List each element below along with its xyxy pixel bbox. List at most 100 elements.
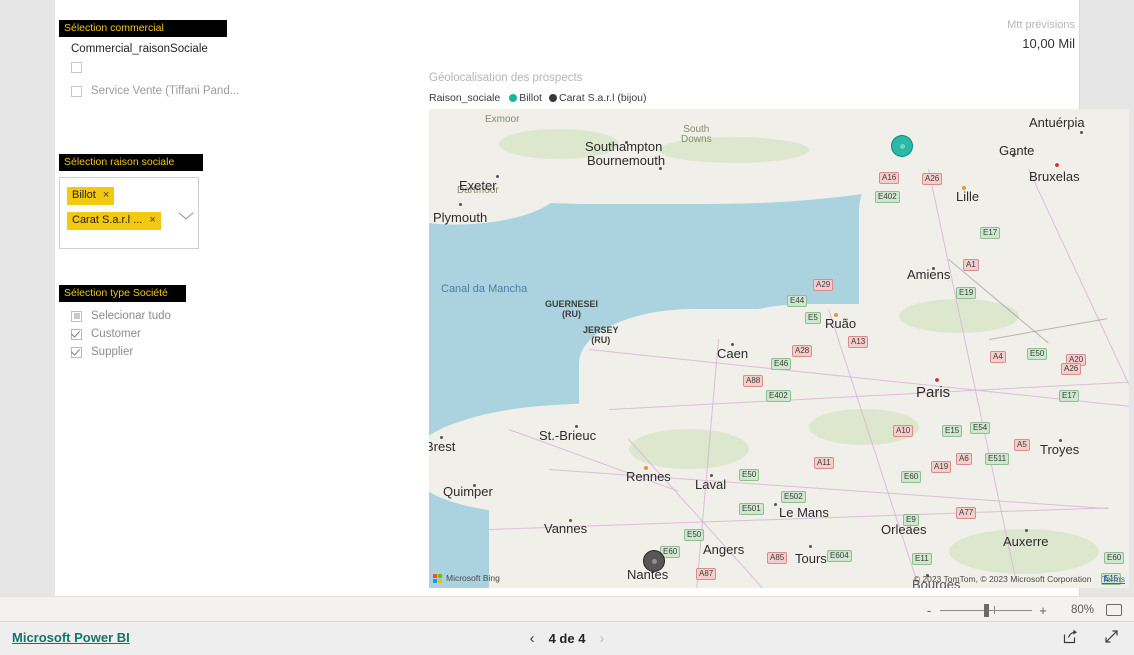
slicer-raison-sociale-title: Sélection raison sociale [59,154,203,171]
road-shield: A26 [1061,363,1082,375]
map-data-point-center [651,558,657,564]
close-icon[interactable]: × [103,189,109,202]
kpi-card-mtt-previsions[interactable]: Mtt prévisions 10,00 Mil [929,18,1079,55]
road-shield: E17 [980,227,1001,239]
map-label-rennes: Rennes [626,469,671,484]
map-label-lille: Lille [956,189,980,204]
zoom-control[interactable]: - + 80% [922,597,1122,623]
checkbox-checked-icon[interactable] [71,328,82,340]
road-shield: E46 [771,358,792,370]
checkbox-icon[interactable] [71,61,82,73]
slicer-commercial-title: Sélection commercial [59,20,227,37]
road-shield: E60 [1104,552,1125,564]
map-label-antuerpia: Antuérpia [1029,115,1085,130]
city-dot [459,203,462,206]
fullscreen-icon[interactable] [1103,628,1120,650]
map-label-ruao: Ruão [825,316,857,331]
slicer-commercial-item-service-vente-label: Service Vente (Tiffani Pand... [91,85,240,97]
chevron-down-icon[interactable] [178,206,194,220]
map-label-caen: Caen [717,346,749,361]
close-icon[interactable]: × [149,214,155,227]
city-dot [1080,131,1083,134]
share-icon[interactable] [1062,628,1079,650]
slicer-commercial-item-blank[interactable] [59,58,299,76]
map-label-tours: Tours [795,551,827,566]
map-data-point-billot[interactable] [891,135,913,157]
chevron-left-icon[interactable]: ‹ [516,630,549,647]
fit-to-page-icon[interactable] [1106,604,1122,616]
slicer-type-societe-title: Sélection type Société [59,285,186,302]
map-label-south-downs: South Downs [681,124,712,145]
road-shield: E5 [805,312,821,324]
map-label-bruxelas: Bruxelas [1029,169,1080,184]
legend-item-billot[interactable]: Billot [509,92,542,104]
map-label-southampton: Southampton [585,139,663,154]
map-label-exeter: Exeter [459,178,497,193]
slicer-type-societe-item-customer[interactable]: Customer [59,325,259,343]
road-shield: E50 [739,469,760,481]
slicer-commercial-subtitle: Commercial_raisonSociale [71,43,208,55]
powerbi-brand-link[interactable]: Microsoft Power BI [12,630,130,645]
legend-item-carat[interactable]: Carat S.a.r.l (bijou) [548,92,647,104]
chip-billot[interactable]: Billot × [67,187,115,205]
road-shield: E50 [1027,348,1048,360]
map-label-vannes: Vannes [544,521,588,536]
slicer-commercial-item-service-vente[interactable]: Service Vente (Tiffani Pand... [59,82,299,100]
map-label-auxerre: Auxerre [1003,534,1049,549]
map-label-angers: Angers [703,542,745,557]
map-terms-link[interactable]: Terms [1102,574,1125,584]
road-shield: A1 [963,259,979,271]
bing-logo: Microsoft Bing [433,573,500,583]
microsoft-logo-icon [433,573,442,583]
road-shield: E19 [956,287,977,299]
slicer-raison-sociale-dropdown[interactable]: Billot × Carat S.a.r.l ... × [59,177,199,249]
road-shield: E501 [739,503,764,515]
map-attribution: © 2023 TomTom, © 2023 Microsoft Corporat… [914,574,1125,584]
map-label-gante: Gante [999,143,1035,158]
map-canvas[interactable]: Canal da Mancha GUERNESEI (RU) JERSEY (R… [429,109,1129,588]
zoom-slider-handle[interactable] [984,604,989,617]
road-shield: A11 [814,457,834,469]
road-shield: E402 [766,390,791,402]
slicer-type-societe-item-supplier[interactable]: Supplier [59,343,259,361]
road-shield: E402 [875,191,900,203]
map-label-laval: Laval [695,477,727,492]
legend-color-swatch [509,94,518,102]
city-dot [774,503,777,506]
page-navigation: ‹ 4 de 4 › [516,622,619,655]
map-label-jersey-name: JERSEY [583,325,619,335]
road-shield: E11 [912,553,932,565]
map-label-bournemouth: Bournemouth [587,153,666,168]
footer-bar: Microsoft Power BI ‹ 4 de 4 › [0,622,1134,655]
map-label-jersey-sub: (RU) [591,335,611,345]
map-label-st-brieuc: St.-Brieuc [539,428,597,443]
chip-carat[interactable]: Carat S.a.r.l ... × [67,212,161,230]
map-visual[interactable]: Géolocalisation des prospects Raison_soc… [373,70,1129,592]
zoom-in-button[interactable]: + [1036,603,1050,618]
report-canvas: Sélection commercial Commercial_raisonSo… [55,0,1129,596]
chevron-right-icon[interactable]: › [585,630,618,647]
page-indicator: 4 de 4 [548,631,586,646]
map-label-guernesei-sub: (RU) [562,309,581,319]
road-shield: A13 [848,336,869,348]
slicer-type-societe-select-all[interactable]: Selecionar tudo [59,307,259,325]
road-shield: E15 [942,425,963,437]
checkbox-partial-icon[interactable] [71,310,82,322]
capital-dot [1054,162,1060,168]
zoom-out-button[interactable]: - [922,603,936,618]
road-shield: E604 [827,550,852,562]
kpi-value: 10,00 Mil [1022,36,1075,51]
slicer-commercial[interactable]: Sélection commercial Commercial_raisonSo… [59,20,299,100]
zoom-slider[interactable] [940,604,1032,617]
road-shield: A26 [922,173,943,185]
terrain-patch [629,429,749,469]
map-label-exmoor: Exmoor [485,114,520,125]
road-shield: A88 [743,375,764,387]
slicer-type-societe[interactable]: Sélection type Société Selecionar tudo C… [59,285,259,361]
road-shield: E17 [1059,390,1080,402]
checkbox-checked-icon[interactable] [71,346,82,358]
checkbox-icon[interactable] [71,85,82,97]
slicer-raison-sociale[interactable]: Sélection raison sociale Billot × Carat … [59,154,259,249]
map-data-point-carat[interactable] [643,550,665,572]
legend-item-billot-label: Billot [519,92,542,104]
